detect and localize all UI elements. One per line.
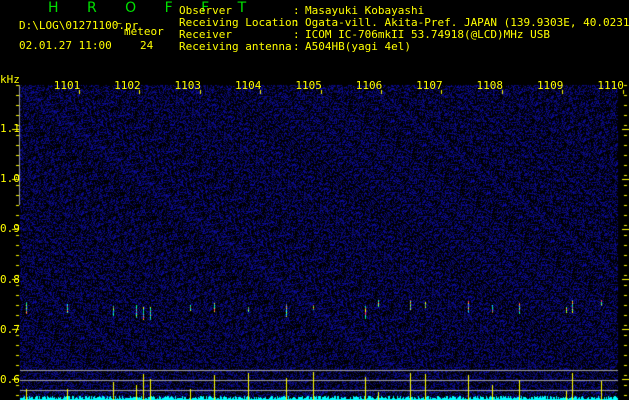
meteor-count: 24	[140, 39, 154, 52]
y-tick-label: 1.1	[0, 122, 20, 135]
y-tick-label: 1.0	[0, 172, 20, 186]
y-axis-unit: kHz	[0, 73, 20, 86]
info-sep: :	[293, 40, 300, 53]
datetime: 02.01.27 11:00	[19, 39, 112, 52]
info-label-antenna: Receiving antenna	[179, 40, 292, 53]
x-tick-label: 1104	[234, 79, 262, 92]
meteor-label: meteor	[124, 25, 164, 38]
x-tick-label: 1105	[295, 79, 322, 92]
x-tick-label: 1110	[597, 79, 624, 92]
x-tick-label: 1107	[416, 79, 443, 92]
x-tick-label: 1109	[536, 79, 564, 92]
y-tick-label: 0.6	[0, 373, 20, 386]
x-tick-label: 1102	[114, 79, 141, 92]
y-tick-label: 0.7	[0, 322, 20, 336]
x-tick-label: 1103	[174, 79, 202, 92]
spectrogram-canvas	[0, 0, 629, 400]
y-tick-label: 0.9	[0, 222, 20, 236]
y-tick-label: 0.8	[0, 272, 20, 286]
file-path-suffix: ~	[117, 19, 122, 28]
x-tick-label: 1108	[476, 79, 504, 92]
x-tick-label: 1101	[53, 79, 81, 92]
x-tick-label: 1106	[355, 79, 383, 92]
info-value-antenna: A504HB(yagi 4el)	[305, 40, 411, 53]
